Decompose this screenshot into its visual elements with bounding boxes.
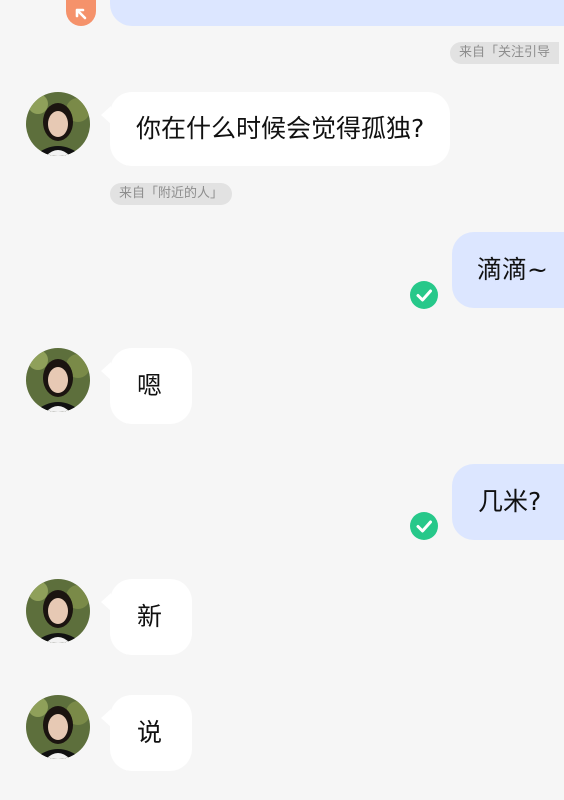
arrow-up-left-icon[interactable] xyxy=(66,0,96,26)
message-text: 几米? xyxy=(478,487,542,516)
source-tag-nearby: 来自「附近的人」 xyxy=(110,183,233,205)
message-bubble-question[interactable]: 你在什么时候会觉得孤独? xyxy=(100,92,451,166)
message-text: 新 xyxy=(137,602,163,631)
message-text: 滴滴~ xyxy=(477,255,548,284)
message-bubble-reply[interactable]: 嗯 xyxy=(101,348,192,424)
user-avatar[interactable] xyxy=(26,348,90,412)
message-bubble-reply[interactable]: 说 xyxy=(101,695,192,771)
message-bubble-outgoing[interactable]: 滴滴~ xyxy=(452,232,564,308)
user-avatar[interactable] xyxy=(26,579,90,643)
outgoing-bubble-partial[interactable] xyxy=(110,0,564,26)
message-bubble-reply[interactable]: 新 xyxy=(101,579,192,655)
message-bubble-outgoing[interactable]: 几米? xyxy=(452,464,564,540)
message-text: 你在什么时候会觉得孤独? xyxy=(136,114,425,143)
message-text: 嗯 xyxy=(137,371,163,400)
source-tag-follow: 来自「关注引导 xyxy=(450,42,560,64)
check-circle-icon xyxy=(410,281,438,309)
check-circle-icon xyxy=(410,512,438,540)
user-avatar[interactable] xyxy=(26,695,90,759)
message-text: 说 xyxy=(137,718,163,747)
user-avatar[interactable] xyxy=(26,92,90,156)
